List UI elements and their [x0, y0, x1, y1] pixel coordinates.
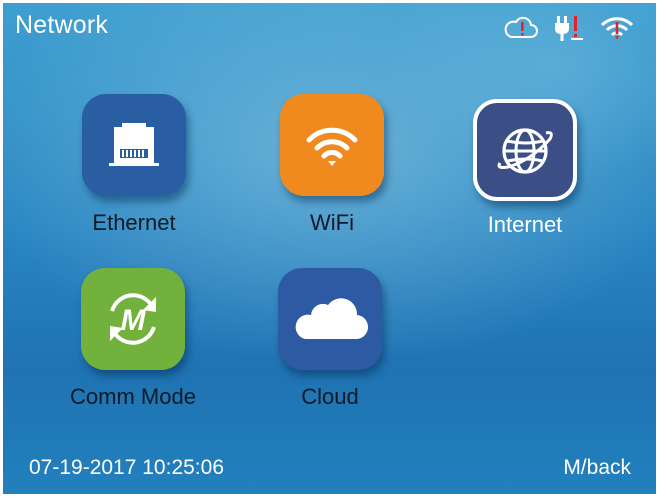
globe-icon	[497, 128, 553, 174]
app-ethernet[interactable]: Ethernet	[49, 94, 219, 236]
back-hint[interactable]: M/back	[563, 456, 631, 480]
svg-text:M: M	[121, 304, 147, 337]
wifi-icon	[306, 127, 358, 166]
wifi-label: WiFi	[310, 210, 354, 235]
cloud-alert-icon	[504, 16, 538, 38]
wifi-alert-icon	[600, 17, 634, 39]
internet-tile[interactable]	[473, 99, 577, 201]
app-internet[interactable]: Internet	[440, 99, 610, 238]
wifi-tile[interactable]	[280, 94, 384, 196]
app-comm-mode[interactable]: M Comm Mode	[48, 268, 218, 410]
cloud-icon	[295, 298, 369, 340]
datetime-display: 07-19-2017 10:25:06	[29, 456, 224, 479]
app-cloud[interactable]: Cloud	[245, 268, 415, 410]
status-bar	[502, 13, 636, 43]
comm-mode-label: Comm Mode	[70, 384, 196, 409]
internet-label: Internet	[487, 212, 563, 237]
comm-mode-icon: M	[110, 293, 156, 345]
cloud-label: Cloud	[301, 384, 359, 409]
ethernet-alert-icon	[555, 16, 583, 41]
ethernet-label: Ethernet	[92, 210, 176, 235]
page-title: Network	[15, 11, 109, 39]
ethernet-port-icon	[109, 123, 159, 166]
app-wifi[interactable]: WiFi	[247, 94, 417, 236]
cloud-tile[interactable]	[278, 268, 382, 370]
network-screen: Network Ethernet WiFi Internet M Comm Mo…	[3, 3, 656, 494]
ethernet-tile[interactable]	[82, 94, 186, 196]
comm-mode-tile[interactable]: M	[81, 268, 185, 370]
